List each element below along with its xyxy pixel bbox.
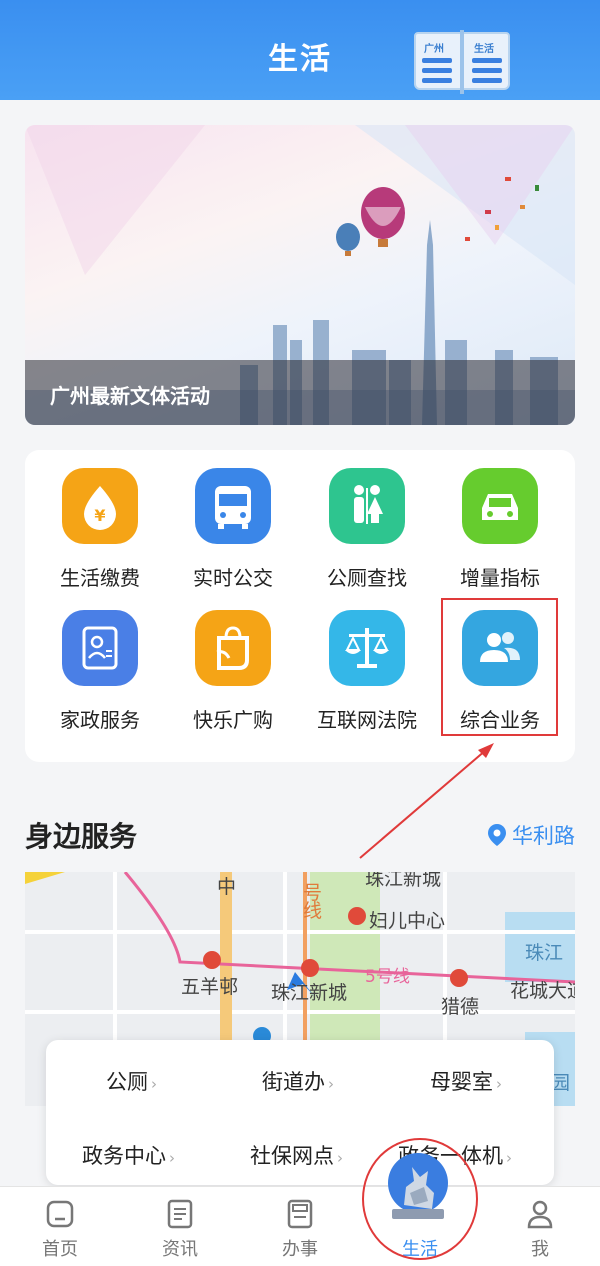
chevron-right-icon: › [337, 1149, 343, 1167]
chevron-right-icon: › [496, 1075, 502, 1093]
chevron-right-icon: › [506, 1149, 512, 1167]
scales-icon [329, 610, 405, 686]
home-icon [43, 1197, 77, 1231]
shopping-bag-icon [195, 610, 271, 686]
nav-home[interactable]: 首页 [0, 1187, 120, 1261]
banner-caption: 广州最新文体活动 [50, 384, 210, 408]
nav-me[interactable]: 我 [480, 1187, 600, 1261]
location-pin-icon [488, 824, 506, 846]
car-icon [462, 468, 538, 544]
category-street-office[interactable]: 街道办 › [262, 1066, 334, 1096]
person-icon [523, 1197, 557, 1231]
nav-affairs[interactable]: 办事 [240, 1187, 360, 1261]
chevron-right-icon: › [169, 1149, 175, 1167]
id-card-icon [62, 610, 138, 686]
category-government-center[interactable]: 政务中心 › [82, 1140, 175, 1170]
book-icon: 广州 生活 [412, 28, 512, 96]
location-selector[interactable]: 华利路 [488, 820, 575, 850]
document-icon [283, 1197, 317, 1231]
bus-icon [195, 468, 271, 544]
nav-news[interactable]: 资讯 [120, 1187, 240, 1261]
category-nursing-room[interactable]: 母婴室 › [430, 1066, 502, 1096]
top-bar: 生活 广州 生活 [0, 0, 600, 100]
bottom-nav: 首页 资讯 办事 生活 我 [0, 1186, 600, 1266]
chevron-right-icon: › [151, 1075, 157, 1093]
service-item-housekeeping[interactable]: 家政服务 [33, 610, 167, 733]
service-item-restroom-finder[interactable]: 公厕查找 [300, 468, 434, 591]
service-item-bill-payment[interactable]: ¥ 生活缴费 [33, 468, 167, 591]
hot-air-balloon-icon [336, 187, 405, 256]
news-icon [163, 1197, 197, 1231]
chevron-right-icon: › [328, 1075, 334, 1093]
service-item-happy-shopping[interactable]: 快乐广购 [166, 610, 300, 733]
svg-text:¥: ¥ [94, 506, 105, 525]
category-social-security-outlet[interactable]: 社保网点 › [250, 1140, 343, 1170]
annotation-highlight-box [441, 598, 558, 736]
yen-drop-icon: ¥ [62, 468, 138, 544]
service-item-realtime-bus[interactable]: 实时公交 [166, 468, 300, 591]
service-category-card: 公厕 › 街道办 › 母婴室 › 政务中心 › 社保网点 › 政务一体机 › [46, 1040, 554, 1185]
service-item-internet-court[interactable]: 互联网法院 [300, 610, 434, 733]
service-item-vehicle-quota[interactable]: 增量指标 [433, 468, 567, 591]
location-name: 华利路 [512, 824, 575, 848]
nearby-services-title: 身边服务 [25, 820, 138, 853]
category-public-toilet[interactable]: 公厕 › [106, 1066, 157, 1096]
restroom-icon [329, 468, 405, 544]
annotation-highlight-circle [362, 1138, 478, 1260]
